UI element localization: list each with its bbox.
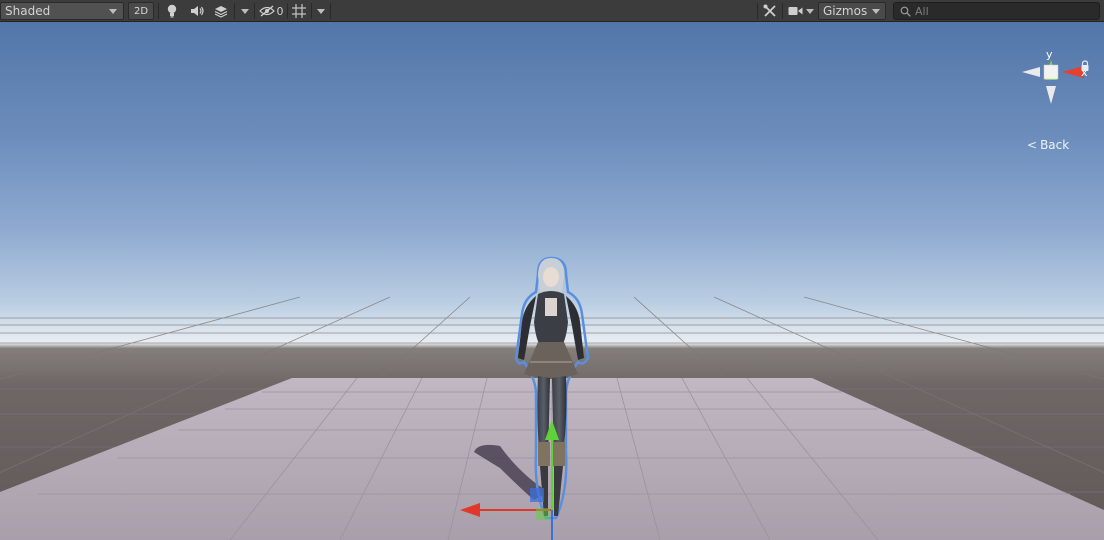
chevron-down-icon (109, 8, 117, 14)
draw-mode-dropdown[interactable]: Shaded (0, 2, 124, 20)
chevron-left-icon: < (1027, 138, 1038, 152)
chevron-down-icon (872, 8, 880, 14)
chevron-down-icon[interactable] (314, 3, 328, 19)
toolbar-divider (234, 3, 235, 19)
gizmo-xz-plane[interactable] (530, 488, 544, 502)
projection-back-toggle[interactable]: < Back (1027, 137, 1083, 153)
grid-icon[interactable] (290, 3, 308, 19)
hidden-objects-toggle[interactable]: 0 (258, 3, 284, 19)
speaker-icon[interactable] (188, 3, 206, 19)
scene-viewport[interactable]: y x < Back (0, 22, 1104, 540)
toolbar-divider (782, 3, 783, 19)
gizmos-dropdown[interactable]: Gizmos (818, 2, 886, 20)
scene-render: y x (0, 48, 1104, 540)
orientation-gizmo[interactable]: y x (1022, 48, 1088, 104)
search-field[interactable] (893, 2, 1100, 20)
gizmo-xy-plane[interactable] (536, 508, 550, 520)
scene-view-window: Shaded 2D 0 Gizmos All y x < Back (0, 0, 1104, 540)
lock-icon[interactable] (1080, 57, 1090, 71)
search-input[interactable] (911, 4, 1095, 18)
draw-mode-label: Shaded (5, 4, 51, 18)
chevron-down-icon[interactable] (804, 3, 816, 19)
lightbulb-icon[interactable] (164, 3, 180, 19)
projection-label: Back (1040, 138, 1070, 152)
toolbar-divider (287, 3, 288, 19)
gizmo-neg-y-cone[interactable] (1046, 86, 1056, 104)
gizmo-y-label: y (1046, 48, 1053, 61)
toolbar-divider (158, 3, 159, 19)
gizmos-label: Gizmos (823, 4, 868, 18)
toolbar-divider (330, 3, 331, 19)
gizmo-center-cube[interactable] (1043, 64, 1059, 80)
layers-icon[interactable] (212, 3, 230, 19)
gizmo-neg-x-cone[interactable] (1022, 67, 1040, 77)
toolbar-divider (311, 3, 312, 19)
chevron-down-icon[interactable] (238, 3, 252, 19)
2d-toggle-button[interactable]: 2D (128, 2, 154, 20)
hidden-eye-icon (258, 5, 275, 17)
camera-icon[interactable] (786, 3, 804, 19)
hidden-count: 0 (276, 4, 284, 18)
toolbar-divider (757, 3, 758, 19)
toolbar-divider (254, 3, 255, 19)
search-icon (900, 6, 911, 17)
scene-toolbar: Shaded 2D 0 Gizmos All (0, 0, 1104, 22)
tools-icon[interactable] (761, 3, 779, 19)
